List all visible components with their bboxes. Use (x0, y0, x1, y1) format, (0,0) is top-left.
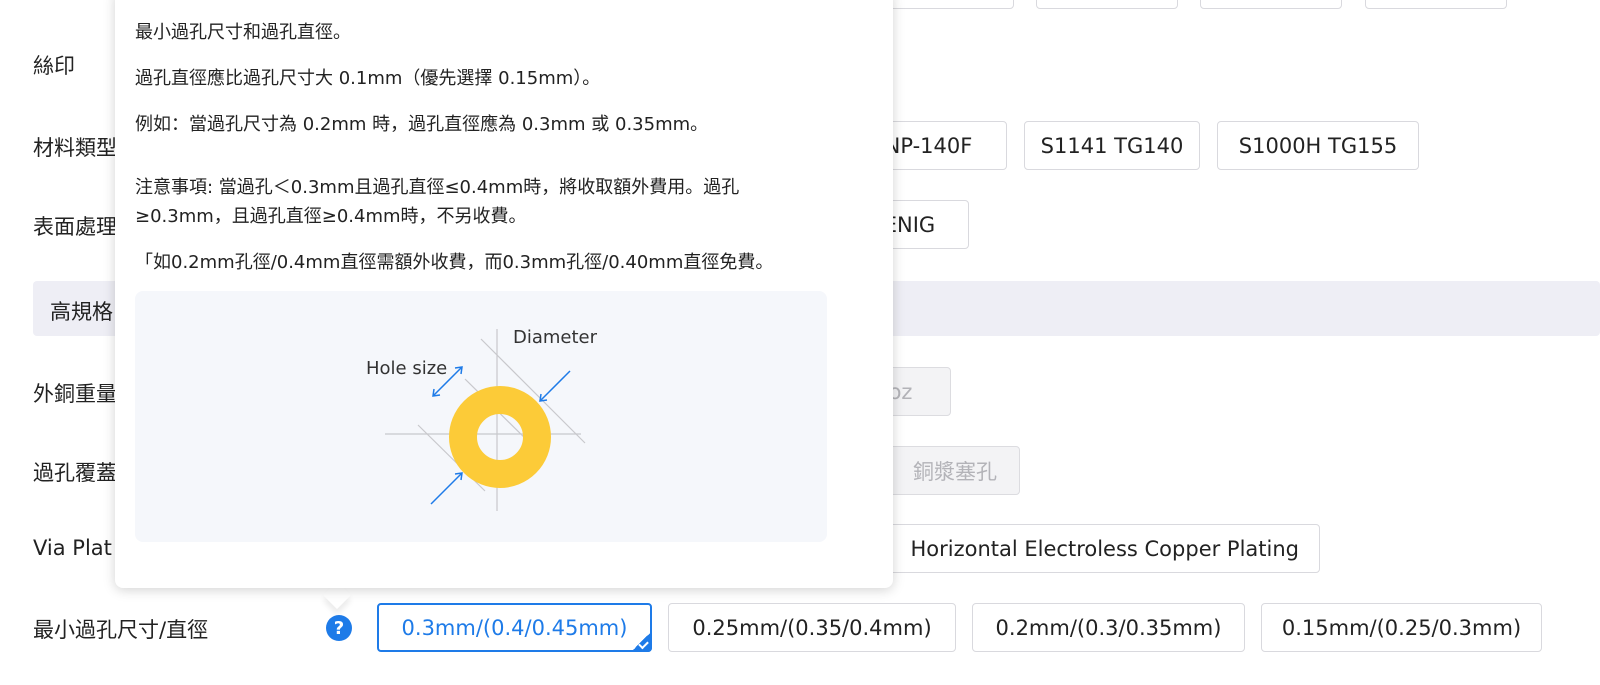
tooltip-note-1: 注意事項: 當過孔＜0.3mm且過孔直徑≤0.4mm時，將收取額外費用。過孔 (135, 177, 740, 198)
label-via-covering: 過孔覆蓋 (33, 461, 117, 485)
label-outer-copper: 外銅重量 (33, 382, 117, 406)
diagram-label-diameter: Diameter (513, 327, 598, 348)
material-option-s1141[interactable]: S1141 TG140 (1024, 121, 1200, 170)
tooltip-example: 「如0.2mm孔徑/0.4mm直徑需額外收費，而0.3mm孔徑/0.40mm直徑… (135, 252, 774, 273)
label-min-via: 最小過孔尺寸/直徑 (33, 618, 209, 642)
label-silkscreen: 絲印 (33, 54, 75, 78)
via-diagram-svg (385, 329, 586, 511)
via-diagram: Diameter Hole size (135, 291, 827, 542)
top-option-4[interactable] (1365, 0, 1507, 9)
selected-check-icon (630, 632, 652, 652)
min-via-option-0-15[interactable]: 0.15mm/(0.25/0.3mm) (1261, 603, 1542, 652)
min-via-option-0-2[interactable]: 0.2mm/(0.3/0.35mm) (972, 603, 1245, 652)
help-icon[interactable]: ? (326, 615, 352, 641)
top-option-2[interactable] (1036, 0, 1178, 9)
diagram-label-hole-size: Hole size (366, 358, 448, 379)
label-via-plating: Via Plat (33, 536, 112, 560)
label-surface-finish: 表面處理 (33, 215, 117, 239)
tooltip-line-2: 過孔直徑應比過孔尺寸大 0.1mm（優先選擇 0.15mm）。 (135, 68, 601, 89)
top-option-3[interactable] (1200, 0, 1342, 9)
via-pad-ring (449, 386, 551, 488)
material-option-s1000h[interactable]: S1000H TG155 (1217, 121, 1419, 170)
tooltip-note-2: ≥0.3mm，且過孔直徑≥0.4mm時，不另收費。 (135, 206, 527, 227)
min-via-tooltip: 最小過孔尺寸和過孔直徑。 過孔直徑應比過孔尺寸大 0.1mm（優先選擇 0.15… (115, 0, 893, 588)
min-via-option-0-3-label: 0.3mm/(0.4/0.45mm) (401, 615, 628, 640)
min-via-option-0-25[interactable]: 0.25mm/(0.35/0.4mm) (668, 603, 956, 652)
min-via-option-0-3[interactable]: 0.3mm/(0.4/0.45mm) (377, 603, 652, 652)
via-plating-option-horizontal[interactable]: Horizontal Electroless Copper Plating (850, 524, 1320, 573)
advanced-section-title: 高規格 (50, 300, 113, 324)
top-option-1[interactable] (872, 0, 1014, 9)
tooltip-line-3: 例如：當過孔尺寸為 0.2mm 時，過孔直徑應為 0.3mm 或 0.35mm。 (135, 114, 709, 135)
label-material-type: 材料類型 (33, 136, 117, 160)
tooltip-line-1: 最小過孔尺寸和過孔直徑。 (135, 22, 351, 43)
